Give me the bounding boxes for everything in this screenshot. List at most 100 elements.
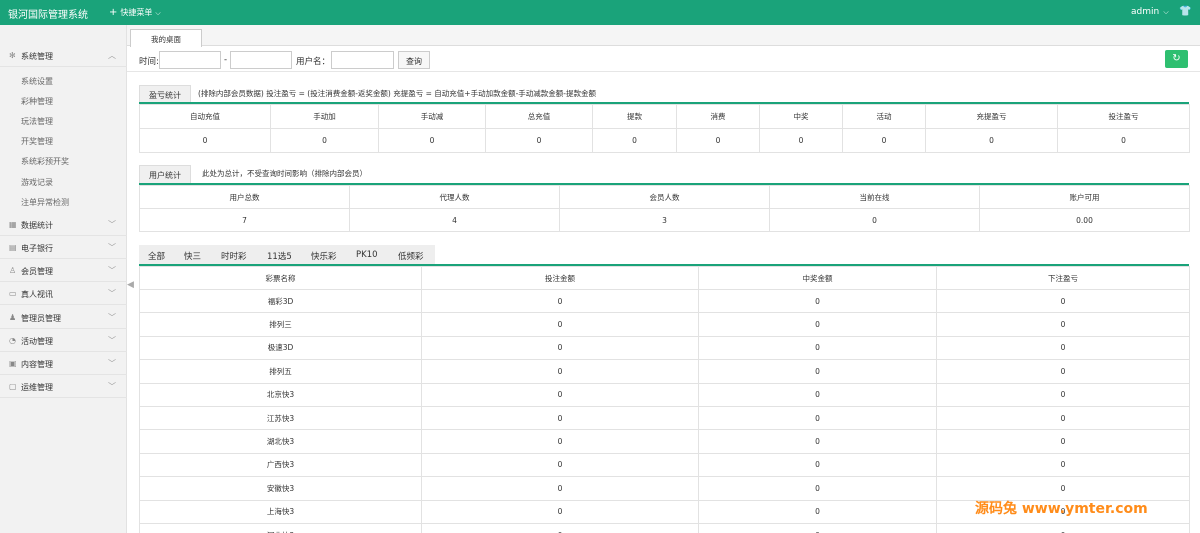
gear-icon: ✻ xyxy=(9,51,16,60)
username-input[interactable] xyxy=(331,51,394,69)
query-button[interactable]: 查询 xyxy=(398,51,430,69)
sidebar-item-pre-draw[interactable]: 系统彩预开奖 xyxy=(21,156,69,167)
sidebar-menu-statistics[interactable]: ▦ 数据统计 ﹀ xyxy=(0,214,127,236)
table-header-cell: 中奖 xyxy=(759,104,843,129)
table-header-cell: 投注金额 xyxy=(421,266,699,290)
top-bar: 银河国际管理系统 + 快捷菜单 ⌵ admin ⌵ 👕 xyxy=(0,0,1200,25)
divider xyxy=(127,71,1200,72)
table-cell: 0 xyxy=(421,452,699,478)
sidebar-item-game-records[interactable]: 游戏记录 xyxy=(21,177,53,188)
tab-ssc[interactable]: 时时彩 xyxy=(221,250,247,262)
sidebar-menu-bank[interactable]: ▤ 电子银行 ﹀ xyxy=(0,237,127,259)
chevron-down-icon: ﹀ xyxy=(108,243,116,252)
sidebar-menu-content[interactable]: ▣ 内容管理 ﹀ xyxy=(0,353,127,375)
table-cell: 0 xyxy=(698,522,937,533)
tab-user-stats[interactable]: 用户统计 xyxy=(139,165,191,183)
tab-profit-stats[interactable]: 盈亏统计 xyxy=(139,85,191,103)
lottery-name: 上海快3 xyxy=(139,499,422,524)
table-cell: 0 xyxy=(936,476,1190,501)
table-cell: 0 xyxy=(676,128,760,153)
tab-low-frequency[interactable]: 低频彩 xyxy=(398,250,424,262)
table-cell: 0 xyxy=(421,288,699,314)
table-header-cell: 总充值 xyxy=(485,104,593,129)
lottery-name: 安徽快3 xyxy=(139,476,422,501)
lottery-type-tabs: 全部 快三 时时彩 11选5 快乐彩 PK10 低频彩 xyxy=(139,245,435,264)
theme-icon[interactable]: 👕 xyxy=(1179,6,1191,17)
tab-pk10[interactable]: PK10 xyxy=(356,250,378,260)
app-title: 银河国际管理系统 xyxy=(8,10,88,21)
table-cell: 0 xyxy=(698,382,937,407)
table-cell: 0 xyxy=(1057,128,1190,153)
sidebar-menu-live-video[interactable]: ▭ 真人视讯 ﹀ xyxy=(0,283,127,305)
sidebar-menu-system[interactable]: ✻ 系统管理 ︿ xyxy=(0,45,127,67)
chevron-down-icon: ﹀ xyxy=(108,336,116,345)
table-cell: 0.00 xyxy=(979,208,1190,232)
table-header-cell: 投注盈亏 xyxy=(1057,104,1190,129)
sidebar-menu-activities[interactable]: ◔ 活动管理 ﹀ xyxy=(0,330,127,352)
username-label: 用户名： xyxy=(296,57,331,67)
table-cell: 0 xyxy=(698,499,937,524)
quick-menu-button[interactable]: + 快捷菜单 ⌵ xyxy=(109,7,161,18)
sidebar-item-draw-management[interactable]: 开奖管理 xyxy=(21,136,53,147)
tab-my-desktop[interactable]: 我的桌面 xyxy=(130,29,202,47)
table-cell: 0 xyxy=(270,128,379,153)
username: admin xyxy=(1131,7,1160,17)
table-header-cell: 会员人数 xyxy=(559,185,770,209)
table-cell: 3 xyxy=(559,208,770,232)
sidebar-menu-ops[interactable]: ▢ 运维管理 ﹀ xyxy=(0,376,127,398)
table-cell: 0 xyxy=(139,128,271,153)
lottery-name: 福彩3D xyxy=(139,288,422,314)
table-cell: 0 xyxy=(925,128,1058,153)
tab-k3[interactable]: 快三 xyxy=(184,250,201,262)
quick-menu-label: 快捷菜单 xyxy=(120,8,153,17)
sidebar-item-lottery-types[interactable]: 彩种管理 xyxy=(21,96,53,107)
table-cell: 0 xyxy=(421,499,699,524)
sidebar-item-system-settings[interactable]: 系统设置 xyxy=(21,76,53,87)
table-cell: 0 xyxy=(421,382,699,407)
tab-bar: 我的桌面 xyxy=(127,25,1200,47)
table-row: 湖北快3 0 0 0 xyxy=(139,429,1190,454)
sidebar-menu-label: 运维管理 xyxy=(21,383,53,392)
sidebar-menu-label: 管理员管理 xyxy=(21,314,61,323)
tab-11x5[interactable]: 11选5 xyxy=(267,250,292,262)
tab-klc[interactable]: 快乐彩 xyxy=(311,250,337,262)
refresh-button[interactable]: ↻ xyxy=(1165,50,1188,68)
lottery-name: 北京快3 xyxy=(139,382,422,407)
lottery-table: 彩票名称 投注金额 中奖金额 下注盈亏 福彩3D 0 0 0 排列三 0 0 0… xyxy=(139,266,1190,533)
user-menu[interactable]: admin ⌵ xyxy=(1131,7,1169,17)
activity-icon: ◔ xyxy=(9,336,16,345)
table-row: 极速3D 0 0 0 xyxy=(139,335,1190,361)
table-cell: 0 xyxy=(936,452,1190,478)
chevron-down-icon: ⌵ xyxy=(1161,8,1169,16)
lottery-name: 广西快3 xyxy=(139,452,422,478)
table-header-cell: 代理人数 xyxy=(349,185,560,209)
chevron-down-icon: ﹀ xyxy=(108,220,116,229)
table-cell: 0 xyxy=(698,312,937,337)
profit-note: (排除内部会员数据) 投注盈亏 = (投注消费金额-返奖金额) 充提盈亏 = 自… xyxy=(198,89,596,98)
end-time-input[interactable] xyxy=(230,51,292,69)
ops-icon: ▢ xyxy=(9,382,17,391)
sidebar-item-play-rules[interactable]: 玩法管理 xyxy=(21,116,53,127)
time-label: 时间: xyxy=(139,57,159,67)
lottery-name: 极速3D xyxy=(139,335,422,361)
table-header-cell: 用户总数 xyxy=(139,185,350,209)
table-cell: 0 xyxy=(698,429,937,454)
tab-all[interactable]: 全部 xyxy=(148,250,165,262)
table-cell: 0 xyxy=(592,128,677,153)
table-cell: 0 xyxy=(698,288,937,314)
table-row: 福彩3D 0 0 0 xyxy=(139,288,1190,314)
table-header-row: 用户总数 代理人数 会员人数 当前在线 账户可用 xyxy=(139,185,1190,209)
table-row: 广西快3 0 0 0 xyxy=(139,452,1190,478)
sidebar-menu-admins[interactable]: ♟ 管理员管理 ﹀ xyxy=(0,307,127,329)
start-time-input[interactable] xyxy=(159,51,221,69)
refresh-icon: ↻ xyxy=(1172,53,1181,64)
table-header-cell: 消费 xyxy=(676,104,760,129)
sidebar-collapse-toggle[interactable]: ◀ xyxy=(127,280,135,302)
chevron-down-icon: ﹀ xyxy=(108,313,116,322)
table-cell: 0 xyxy=(421,359,699,384)
chevron-left-icon: ◀ xyxy=(127,280,134,290)
table-cell: 0 xyxy=(936,335,1190,361)
sidebar-item-bet-anomaly[interactable]: 注单异常检测 xyxy=(21,197,69,208)
sidebar-menu-members[interactable]: ♙ 会员管理 ﹀ xyxy=(0,260,127,282)
table-cell: 0 xyxy=(936,522,1190,533)
